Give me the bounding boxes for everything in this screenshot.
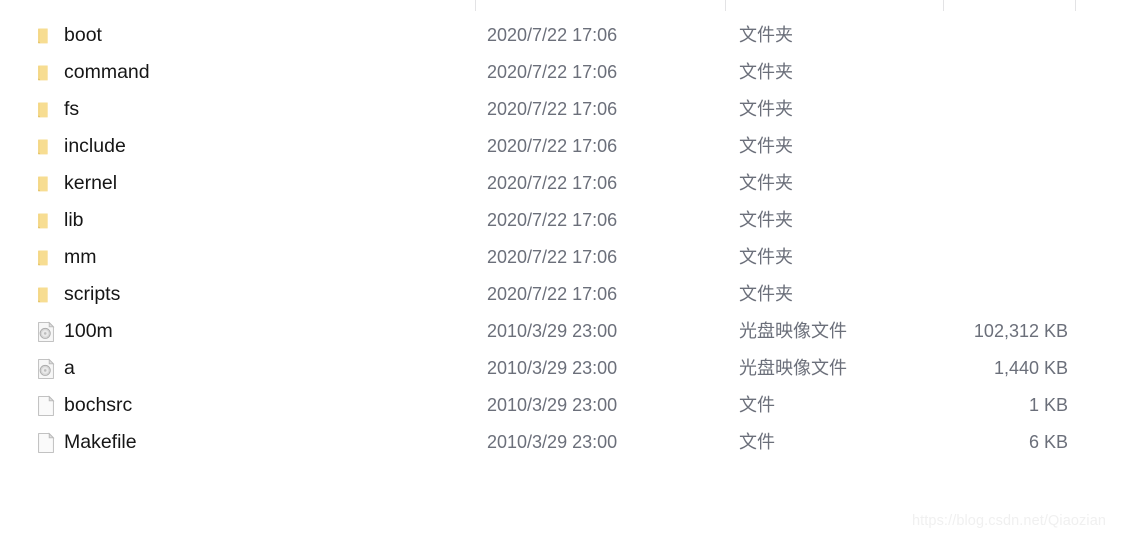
file-size <box>830 17 1068 54</box>
file-name[interactable]: mm <box>64 239 97 276</box>
file-date-modified: 2010/3/29 23:00 <box>487 358 618 378</box>
file-row[interactable]: command 2020/7/22 17:06 文件夹 <box>0 54 1128 91</box>
file-name[interactable]: Makefile <box>64 424 137 461</box>
file-name[interactable]: scripts <box>64 276 120 313</box>
file-row[interactable]: include 2020/7/22 17:06 文件夹 <box>0 128 1128 165</box>
file-date-modified: 2020/7/22 17:06 <box>487 99 618 119</box>
file-name[interactable]: bochsrc <box>64 387 132 424</box>
file-date-modified: 2020/7/22 17:06 <box>487 247 618 267</box>
file-date-modified: 2010/3/29 23:00 <box>487 432 618 452</box>
disc-image-file-icon <box>34 357 58 381</box>
file-type: 文件夹 <box>739 247 793 267</box>
file-date-modified: 2020/7/22 17:06 <box>487 210 618 230</box>
column-header-dividers <box>0 0 1128 11</box>
column-divider-3[interactable] <box>1075 0 1076 11</box>
folder-icon <box>34 98 58 122</box>
file-type: 文件夹 <box>739 62 793 82</box>
file-size: 102,312 KB <box>973 321 1068 341</box>
folder-icon <box>34 246 58 270</box>
file-type: 文件夹 <box>739 136 793 156</box>
file-type: 文件夹 <box>739 99 793 119</box>
generic-file-icon <box>34 394 58 418</box>
file-type: 文件 <box>739 395 775 415</box>
file-type: 文件 <box>739 432 775 452</box>
file-row[interactable]: mm 2020/7/22 17:06 文件夹 <box>0 239 1128 276</box>
file-date-modified: 2010/3/29 23:00 <box>487 395 618 415</box>
file-row[interactable]: bochsrc 2010/3/29 23:00 文件 1 KB <box>0 387 1128 424</box>
file-type: 文件夹 <box>739 210 793 230</box>
file-name[interactable]: lib <box>64 202 84 239</box>
file-size <box>830 91 1068 128</box>
file-name[interactable]: fs <box>64 91 79 128</box>
folder-icon <box>34 283 58 307</box>
file-size <box>830 128 1068 165</box>
file-row[interactable]: fs 2020/7/22 17:06 文件夹 <box>0 91 1128 128</box>
file-size <box>830 54 1068 91</box>
file-name[interactable]: boot <box>64 17 102 54</box>
file-date-modified: 2020/7/22 17:06 <box>487 136 618 156</box>
file-size <box>830 165 1068 202</box>
folder-icon <box>34 135 58 159</box>
watermark: https://blog.csdn.net/Qiaozian <box>912 513 1107 529</box>
file-list: boot 2020/7/22 17:06 文件夹 command 2020/7/22 1… <box>0 17 1128 461</box>
file-row[interactable]: 100m 2010/3/29 23:00 光盘映像文件 102,312 KB <box>0 313 1128 350</box>
column-divider-2[interactable] <box>943 0 944 11</box>
file-name[interactable]: include <box>64 128 126 165</box>
column-divider-0[interactable] <box>475 0 476 11</box>
file-row[interactable]: Makefile 2010/3/29 23:00 文件 6 KB <box>0 424 1128 461</box>
file-name[interactable]: kernel <box>64 165 117 202</box>
folder-icon <box>34 24 58 48</box>
file-size: 6 KB <box>1028 432 1068 452</box>
file-row[interactable]: scripts 2020/7/22 17:06 文件夹 <box>0 276 1128 313</box>
file-size <box>830 202 1068 239</box>
folder-icon <box>34 172 58 196</box>
file-name[interactable]: command <box>64 54 150 91</box>
generic-file-icon <box>34 431 58 455</box>
file-date-modified: 2020/7/22 17:06 <box>487 173 618 193</box>
disc-image-file-icon <box>34 320 58 344</box>
file-type: 文件夹 <box>739 173 793 193</box>
file-row[interactable]: lib 2020/7/22 17:06 文件夹 <box>0 202 1128 239</box>
file-size: 1,440 KB <box>993 358 1068 378</box>
file-row[interactable]: kernel 2020/7/22 17:06 文件夹 <box>0 165 1128 202</box>
folder-icon <box>34 61 58 85</box>
file-type: 文件夹 <box>739 25 793 45</box>
folder-icon <box>34 209 58 233</box>
file-date-modified: 2020/7/22 17:06 <box>487 25 618 45</box>
file-name[interactable]: 100m <box>64 313 113 350</box>
file-date-modified: 2010/3/29 23:00 <box>487 321 618 341</box>
file-size <box>830 239 1068 276</box>
file-name[interactable]: a <box>64 350 75 387</box>
file-date-modified: 2020/7/22 17:06 <box>487 284 618 304</box>
file-size: 1 KB <box>1028 395 1068 415</box>
column-divider-1[interactable] <box>725 0 726 11</box>
file-row[interactable]: a 2010/3/29 23:00 光盘映像文件 1,440 KB <box>0 350 1128 387</box>
file-date-modified: 2020/7/22 17:06 <box>487 62 618 82</box>
file-size <box>830 276 1068 313</box>
file-row[interactable]: boot 2020/7/22 17:06 文件夹 <box>0 17 1128 54</box>
file-type: 文件夹 <box>739 284 793 304</box>
